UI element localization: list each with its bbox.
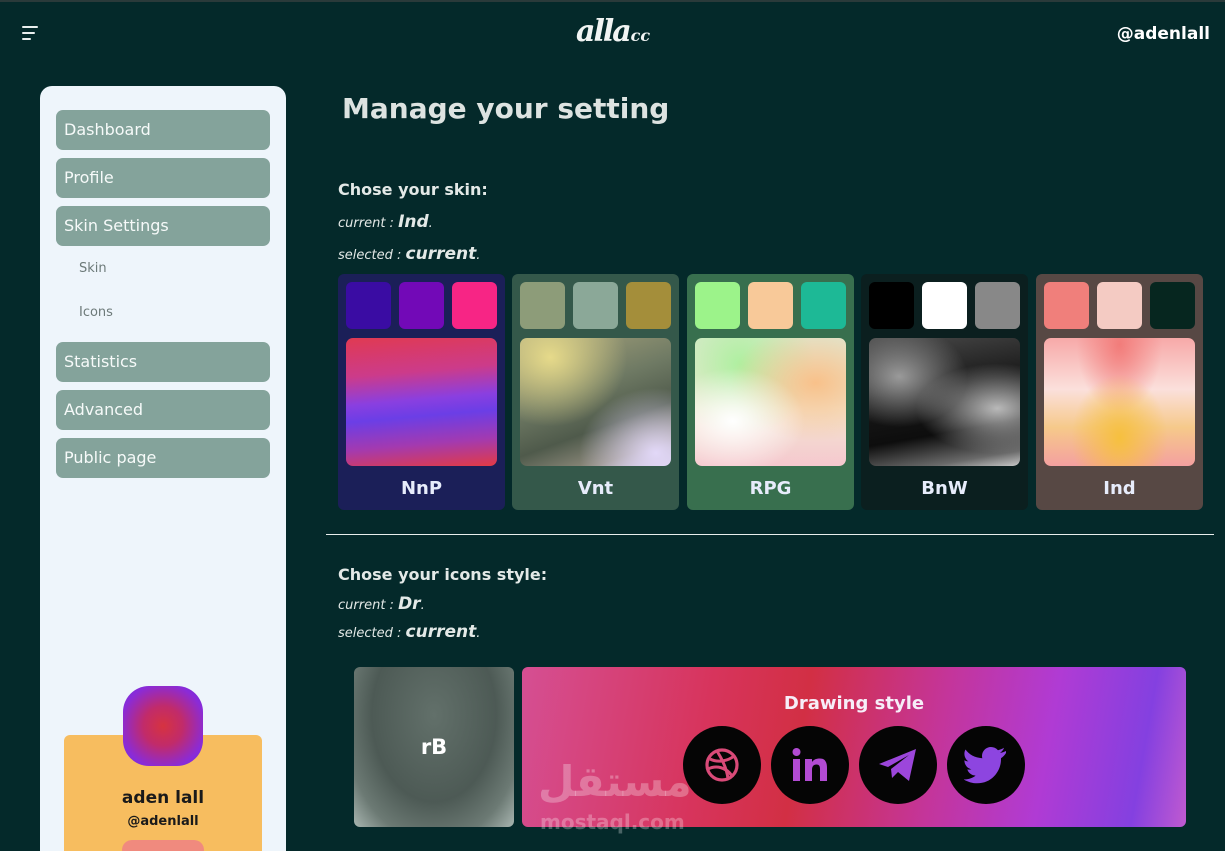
- sidebar-item-public-page[interactable]: Public page: [56, 438, 270, 478]
- avatar[interactable]: [123, 686, 203, 766]
- sidebar-item-skin-settings[interactable]: Skin Settings: [56, 206, 270, 246]
- dribbble-icon[interactable]: [683, 726, 761, 804]
- color-swatch: [1044, 282, 1089, 329]
- color-swatch: [748, 282, 793, 329]
- skin-card-bnw[interactable]: BnW: [861, 274, 1028, 510]
- icons-current-prefix: current :: [338, 598, 399, 613]
- sidebar-item-statistics[interactable]: Statistics: [56, 342, 270, 382]
- top-border: [0, 0, 1225, 2]
- logo-main: alla: [576, 14, 632, 49]
- skin-label: Vnt: [577, 478, 614, 499]
- sidebar: Dashboard Profile Skin Settings Skin Ico…: [40, 86, 286, 851]
- menu-icon[interactable]: [22, 26, 42, 42]
- user-card-button[interactable]: [122, 840, 204, 851]
- icons-selected-value: current: [405, 622, 477, 642]
- skin-current: current : Ind.: [338, 212, 433, 232]
- skin-selected-prefix: selected :: [338, 248, 406, 263]
- color-swatch: [1097, 282, 1142, 329]
- skin-card-nnp[interactable]: NnP: [338, 274, 505, 510]
- skin-section-title: Chose your skin:: [338, 180, 488, 199]
- color-swatch: [801, 282, 846, 329]
- color-swatch: [399, 282, 444, 329]
- color-swatch: [869, 282, 914, 329]
- twitter-icon[interactable]: [947, 726, 1025, 804]
- skin-preview: [520, 338, 671, 466]
- color-swatch: [975, 282, 1020, 329]
- skin-label: Ind: [1103, 478, 1136, 499]
- skin-label: RPG: [749, 478, 792, 499]
- sidebar-subitem-icons[interactable]: Icons: [79, 305, 113, 320]
- skin-selected-value: current: [405, 244, 477, 264]
- color-swatch: [626, 282, 671, 329]
- watermark-arabic: مستقل: [538, 757, 692, 806]
- icons-selected: selected : current.: [338, 622, 481, 642]
- skin-current-value: Ind: [398, 212, 429, 232]
- sidebar-subitem-skin[interactable]: Skin: [79, 261, 107, 276]
- skin-preview: [695, 338, 846, 466]
- icon-style-rb-label: rB: [420, 735, 448, 759]
- icon-style-rb-card[interactable]: rB: [354, 667, 514, 827]
- sidebar-item-profile[interactable]: Profile: [56, 158, 270, 198]
- skin-label: BnW: [921, 478, 968, 499]
- skin-card-vnt[interactable]: Vnt: [512, 274, 679, 510]
- color-swatch: [520, 282, 565, 329]
- color-swatch: [695, 282, 740, 329]
- skin-preview: [869, 338, 1020, 466]
- skin-preview: [346, 338, 497, 466]
- icons-selected-prefix: selected :: [338, 626, 406, 641]
- sidebar-item-dashboard[interactable]: Dashboard: [56, 110, 270, 150]
- skin-preview: [1044, 338, 1195, 466]
- page-title: Manage your setting: [342, 92, 670, 125]
- color-swatch: [573, 282, 618, 329]
- color-swatch: [346, 282, 391, 329]
- icons-current-value: Dr: [398, 594, 421, 614]
- skin-card-ind[interactable]: Ind: [1036, 274, 1203, 510]
- user-handle: @adenlall: [127, 814, 199, 829]
- telegram-icon[interactable]: [859, 726, 937, 804]
- skin-current-prefix: current :: [338, 216, 399, 231]
- logo[interactable]: alla cc: [576, 14, 650, 50]
- watermark: مستقل mostaql.com: [538, 757, 692, 835]
- watermark-latin: mostaql.com: [540, 810, 685, 834]
- icon-style-drawing-label: Drawing style: [783, 693, 925, 714]
- icons-section-title: Chose your icons style:: [338, 565, 548, 584]
- skin-selected: selected : current.: [338, 244, 481, 264]
- color-swatch: [922, 282, 967, 329]
- section-divider: [326, 534, 1214, 535]
- skin-label: NnP: [400, 478, 443, 499]
- color-swatch: [452, 282, 497, 329]
- sidebar-item-advanced[interactable]: Advanced: [56, 390, 270, 430]
- logo-suffix: cc: [630, 26, 651, 45]
- icons-current: current : Dr.: [338, 594, 425, 614]
- user-name: aden lall: [121, 788, 205, 808]
- header-username[interactable]: @adenlall: [1117, 24, 1210, 44]
- color-swatch: [1150, 282, 1195, 329]
- skin-card-rpg[interactable]: RPG: [687, 274, 854, 510]
- linkedin-icon[interactable]: [771, 726, 849, 804]
